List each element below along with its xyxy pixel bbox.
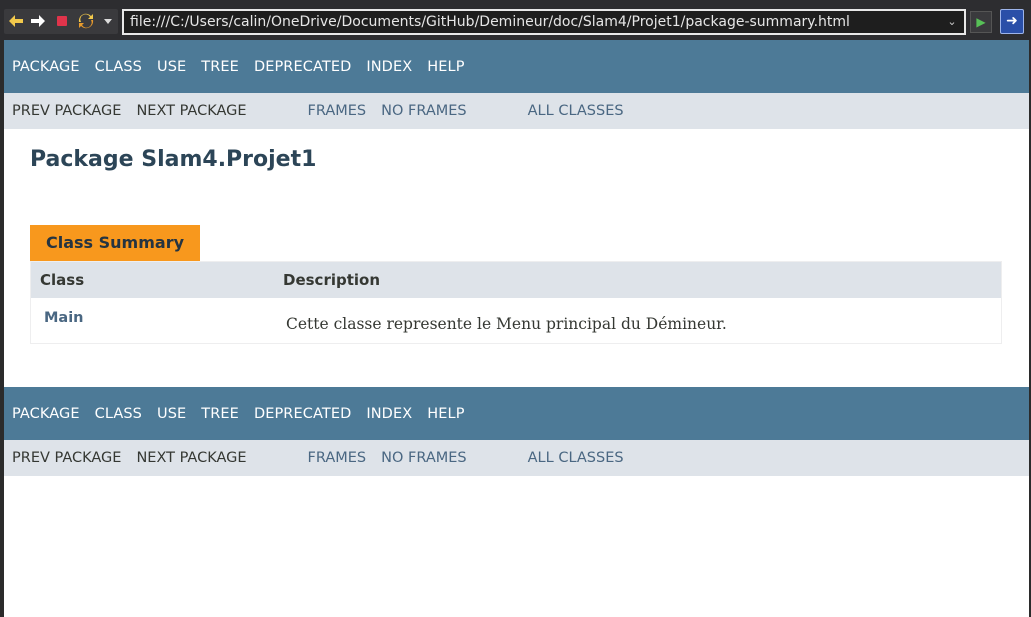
page-content: PACKAGE CLASS USE TREE DEPRECATED INDEX … bbox=[4, 40, 1029, 617]
no-frames-link[interactable]: NO FRAMES bbox=[381, 103, 467, 119]
column-header-description: Description bbox=[283, 271, 381, 289]
stop-icon[interactable] bbox=[52, 10, 72, 32]
frames-link[interactable]: FRAMES bbox=[308, 103, 367, 119]
nav-help[interactable]: HELP bbox=[427, 59, 464, 75]
address-dropdown-icon[interactable]: ⌄ bbox=[944, 13, 960, 31]
no-frames-link[interactable]: NO FRAMES bbox=[381, 450, 467, 466]
refresh-icon[interactable] bbox=[76, 10, 96, 32]
nav-index[interactable]: INDEX bbox=[366, 406, 412, 422]
sub-navbar: PREV PACKAGE NEXT PACKAGE FRAMES NO FRAM… bbox=[4, 93, 1029, 129]
back-icon[interactable] bbox=[6, 10, 26, 32]
nav-package[interactable]: PACKAGE bbox=[12, 406, 80, 422]
page-title: Package Slam4.Projet1 bbox=[30, 147, 317, 172]
nav-package[interactable]: PACKAGE bbox=[12, 59, 80, 75]
class-link-main[interactable]: Main bbox=[31, 298, 286, 326]
address-text: file:///C:/Users/calin/OneDrive/Document… bbox=[130, 14, 850, 30]
nav-use[interactable]: USE bbox=[157, 406, 186, 422]
summary-caption: Class Summary bbox=[30, 225, 201, 261]
bottom-sub-navbar: PREV PACKAGE NEXT PACKAGE FRAMES NO FRAM… bbox=[4, 440, 1029, 476]
table-header: Class Description bbox=[31, 262, 1001, 298]
frames-link[interactable]: FRAMES bbox=[308, 450, 367, 466]
next-package-label: NEXT PACKAGE bbox=[136, 103, 247, 119]
browser-toolbar: file:///C:/Users/calin/OneDrive/Document… bbox=[0, 0, 1031, 40]
bottom-nav: PACKAGE CLASS USE TREE DEPRECATED INDEX … bbox=[4, 387, 1029, 476]
next-package-label: NEXT PACKAGE bbox=[136, 450, 247, 466]
nav-class[interactable]: CLASS bbox=[95, 59, 142, 75]
table-row: Main Cette classe represente le Menu pri… bbox=[31, 298, 1001, 343]
bottom-navbar: PACKAGE CLASS USE TREE DEPRECATED INDEX … bbox=[4, 387, 1029, 440]
nav-tree[interactable]: TREE bbox=[201, 406, 239, 422]
forward-icon[interactable] bbox=[28, 10, 48, 32]
nav-class[interactable]: CLASS bbox=[95, 406, 142, 422]
nav-tree[interactable]: TREE bbox=[201, 59, 239, 75]
all-classes-link[interactable]: ALL CLASSES bbox=[528, 103, 624, 119]
column-header-class: Class bbox=[40, 271, 85, 289]
go-icon[interactable]: ▶ bbox=[970, 11, 992, 33]
nav-help[interactable]: HELP bbox=[427, 406, 464, 422]
nav-use[interactable]: USE bbox=[157, 59, 186, 75]
class-summary: Class Summary Class Description Main Cet… bbox=[30, 225, 1002, 344]
app-icon[interactable]: ➜ bbox=[1000, 9, 1024, 34]
nav-index[interactable]: INDEX bbox=[366, 59, 412, 75]
prev-package-label: PREV PACKAGE bbox=[12, 450, 122, 466]
nav-deprecated[interactable]: DEPRECATED bbox=[254, 406, 351, 422]
top-navbar: PACKAGE CLASS USE TREE DEPRECATED INDEX … bbox=[4, 40, 1029, 93]
all-classes-link[interactable]: ALL CLASSES bbox=[528, 450, 624, 466]
nav-deprecated[interactable]: DEPRECATED bbox=[254, 59, 351, 75]
prev-package-label: PREV PACKAGE bbox=[12, 103, 122, 119]
summary-table: Class Description Main Cette classe repr… bbox=[30, 261, 1002, 344]
class-description: Cette classe represente le Menu principa… bbox=[286, 315, 727, 333]
address-bar[interactable]: file:///C:/Users/calin/OneDrive/Document… bbox=[122, 9, 966, 35]
chevron-down-icon[interactable] bbox=[98, 10, 118, 32]
